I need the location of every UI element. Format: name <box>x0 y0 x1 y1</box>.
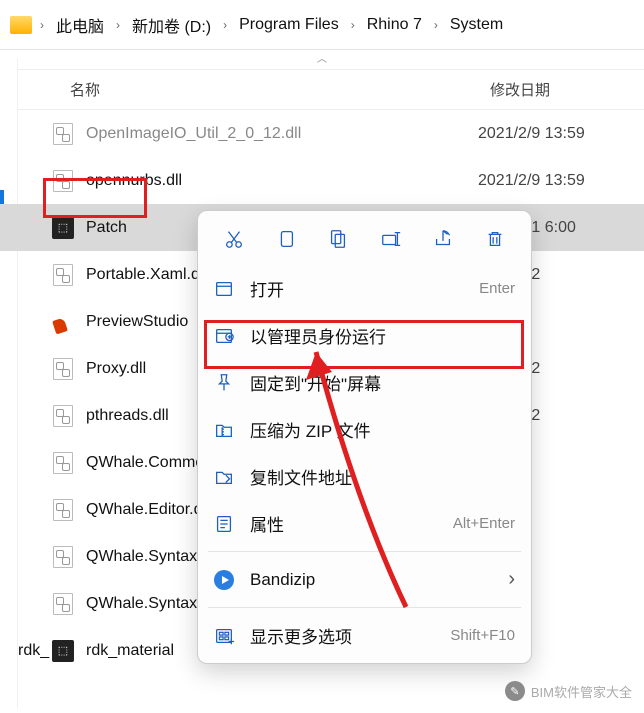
chevron-icon: › <box>349 18 357 32</box>
dll-icon <box>52 405 74 427</box>
file-row[interactable]: opennurbs.dll 2021/2/9 13:59 <box>0 157 644 204</box>
dll-icon <box>52 452 74 474</box>
menu-label: 显示更多选项 <box>250 623 436 648</box>
menu-label: Bandizip <box>250 570 494 590</box>
admin-icon <box>212 324 236 348</box>
column-headers[interactable]: 名称 修改日期 <box>0 70 644 110</box>
breadcrumb-seg[interactable]: 此电脑 <box>52 11 108 39</box>
menu-item-more[interactable]: 显示更多选项 Shift+F10 <box>198 612 531 659</box>
breadcrumb-seg[interactable]: Program Files <box>235 14 343 36</box>
breadcrumb[interactable]: › 此电脑 › 新加卷 (D:) › Program Files › Rhino… <box>0 0 644 50</box>
dll-icon <box>52 546 74 568</box>
chevron-icon: › <box>38 18 46 32</box>
chevron-icon: › <box>432 18 440 32</box>
file-date: 2021/2/9 13:59 <box>478 125 585 143</box>
menu-item-props[interactable]: 属性 Alt+Enter <box>198 500 531 547</box>
delete-button[interactable] <box>477 223 513 255</box>
menu-item-admin[interactable]: 以管理员身份运行 <box>198 312 531 359</box>
column-name[interactable]: 名称 <box>0 79 490 100</box>
menu-item-open[interactable]: 打开 Enter <box>198 265 531 312</box>
dll-icon <box>52 170 74 192</box>
menu-shortcut: Shift+F10 <box>450 627 515 644</box>
cut-button[interactable] <box>216 223 252 255</box>
exe-icon: ⬚ <box>52 217 74 239</box>
breadcrumb-seg[interactable]: 新加卷 (D:) <box>128 11 215 39</box>
pin-icon <box>212 371 236 395</box>
watermark: ✎ BIM软件管家大全 <box>505 681 632 701</box>
menu-label: 打开 <box>250 276 465 301</box>
share-button[interactable] <box>425 223 461 255</box>
file-name: OpenImageIO_Util_2_0_12.dll <box>86 125 466 143</box>
file-row[interactable]: OpenImageIO_Util_2_0_12.dll 2021/2/9 13:5… <box>0 110 644 157</box>
menu-label: 属性 <box>250 511 439 536</box>
folder-icon <box>10 16 32 34</box>
dll-icon <box>52 358 74 380</box>
dll-icon <box>52 499 74 521</box>
rename-button[interactable] <box>373 223 409 255</box>
paste-button[interactable] <box>320 223 356 255</box>
open-icon <box>212 277 236 301</box>
menu-label: 以管理员身份运行 <box>250 323 501 348</box>
path-icon <box>212 465 236 489</box>
watermark-text: BIM软件管家大全 <box>531 682 632 701</box>
bandizip-icon <box>212 568 236 592</box>
menu-shortcut: › <box>508 568 515 591</box>
zip-icon <box>212 418 236 442</box>
chevron-icon: › <box>221 18 229 32</box>
context-toolbar <box>198 217 531 265</box>
file-date: 2021/2/9 13:59 <box>478 172 585 190</box>
exe-icon: ⬚ <box>52 640 74 662</box>
menu-label: 固定到"开始"屏幕 <box>250 370 501 395</box>
watermark-icon: ✎ <box>505 681 525 701</box>
dll-icon <box>52 593 74 615</box>
menu-shortcut: Alt+Enter <box>453 515 515 532</box>
breadcrumb-seg[interactable]: System <box>446 14 507 36</box>
menu-label: 压缩为 ZIP 文件 <box>250 417 501 442</box>
menu-item-path[interactable]: 复制文件地址 <box>198 453 531 500</box>
brush-icon <box>52 311 74 333</box>
menu-item-bandizip[interactable]: Bandizip › <box>198 556 531 603</box>
chevron-icon: › <box>114 18 122 32</box>
menu-item-zip[interactable]: 压缩为 ZIP 文件 <box>198 406 531 453</box>
copy-button[interactable] <box>268 223 304 255</box>
context-menu: 打开 Enter 以管理员身份运行固定到"开始"屏幕压缩为 ZIP 文件复制文件地址… <box>197 210 532 664</box>
menu-separator <box>208 607 521 608</box>
more-icon <box>212 624 236 648</box>
breadcrumb-seg[interactable]: Rhino 7 <box>363 14 426 36</box>
props-icon <box>212 512 236 536</box>
menu-shortcut: Enter <box>479 280 515 297</box>
dll-icon <box>52 123 74 145</box>
column-date[interactable]: 修改日期 <box>490 79 644 100</box>
menu-separator <box>208 551 521 552</box>
file-name: opennurbs.dll <box>86 172 466 190</box>
collapse-handle[interactable]: ︿ <box>0 50 644 70</box>
dll-icon <box>52 264 74 286</box>
menu-item-pin[interactable]: 固定到"开始"屏幕 <box>198 359 531 406</box>
menu-label: 复制文件地址 <box>250 464 501 489</box>
